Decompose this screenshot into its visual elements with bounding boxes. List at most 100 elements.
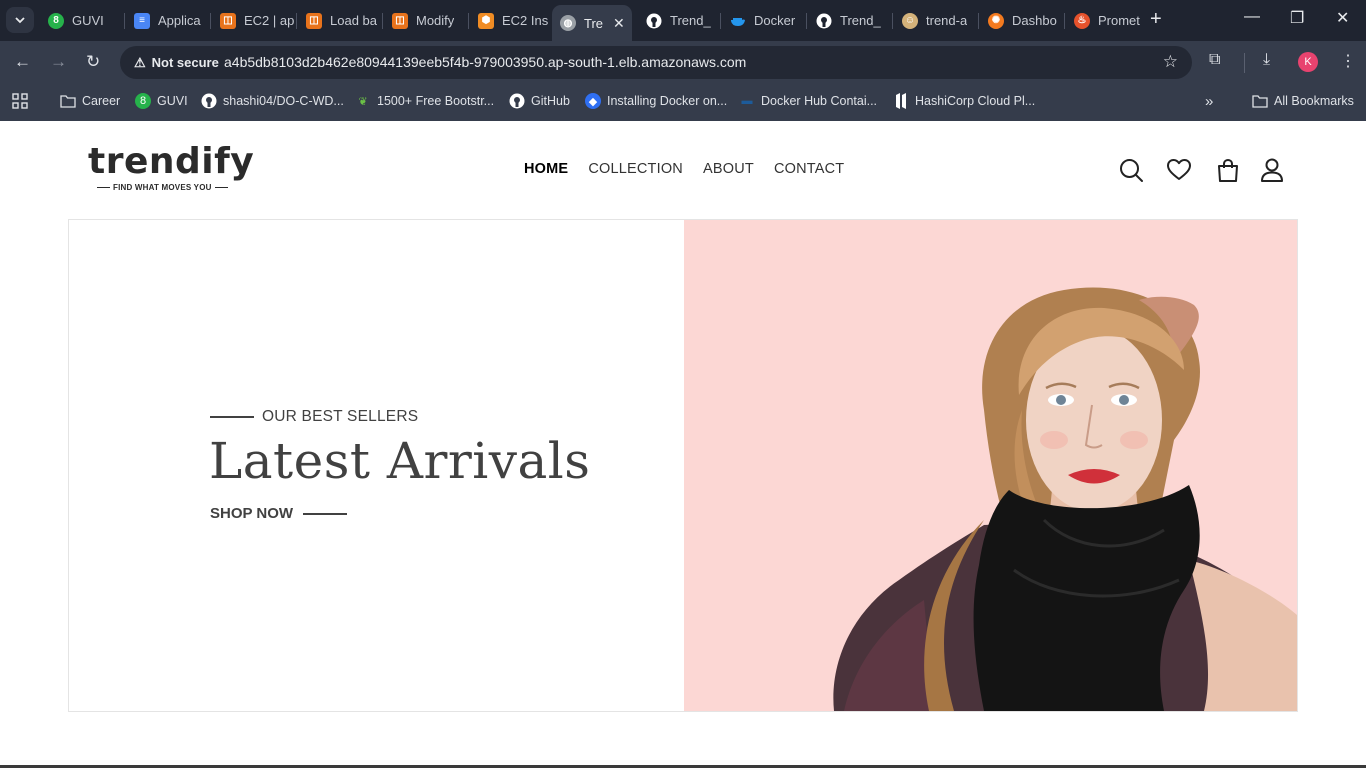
bookmark-career[interactable]: Career bbox=[60, 93, 120, 109]
more-bookmarks-chevron-icon[interactable]: » bbox=[1205, 93, 1213, 110]
tab-trendify-active[interactable]: ◍ Tre ✕ bbox=[552, 5, 632, 41]
nav-collection[interactable]: COLLECTION bbox=[588, 161, 683, 177]
hero-headline: Latest Arrivals bbox=[209, 432, 591, 490]
tab-prometheus[interactable]: ♨ Promet bbox=[1066, 4, 1142, 37]
tab-title: Docker bbox=[754, 13, 796, 28]
eyebrow-rule bbox=[210, 416, 254, 418]
minimize-button[interactable]: — bbox=[1244, 8, 1260, 26]
all-bookmarks-button[interactable]: All Bookmarks bbox=[1252, 93, 1354, 109]
forward-button[interactable]: → bbox=[50, 52, 67, 72]
tab-grafana[interactable]: ✺ Dashbo bbox=[980, 4, 1062, 37]
tab-ec2-ap[interactable]: ◫ EC2 | ap bbox=[212, 4, 294, 37]
shop-now-rule bbox=[303, 512, 348, 515]
prometheus-icon: ♨ bbox=[1074, 12, 1090, 29]
bookmark-star-icon[interactable]: ☆ bbox=[1163, 52, 1178, 72]
tab-modify[interactable]: ◫ Modify bbox=[384, 4, 466, 37]
extensions-icon[interactable]: ⧉ bbox=[1209, 51, 1220, 69]
warning-icon: ⚠ bbox=[134, 54, 146, 70]
site-logo[interactable]: trendify FIND WHAT MOVES YOU bbox=[88, 141, 254, 195]
bookmark-label: GitHub bbox=[531, 94, 570, 108]
bookmarks-bar: Career 8 GUVI shashi04/DO-C-WD... ❦ 1500… bbox=[0, 84, 1366, 121]
apps-grid-icon[interactable] bbox=[12, 93, 28, 109]
downloads-icon[interactable]: ⤓ bbox=[1263, 51, 1270, 69]
bookmark-github[interactable]: GitHub bbox=[509, 93, 570, 109]
new-tab-button[interactable]: + bbox=[1150, 9, 1162, 29]
tab-title: EC2 | ap bbox=[244, 13, 294, 28]
tab-title: Trend_ bbox=[670, 13, 711, 28]
shop-now-link[interactable]: SHOP NOW bbox=[210, 505, 348, 522]
globe-icon: ◍ bbox=[560, 15, 576, 31]
aws-ec2-icon: ◫ bbox=[306, 12, 322, 29]
aws-ec2-icon: ◫ bbox=[220, 12, 236, 29]
bookmark-bootstrap[interactable]: ❦ 1500+ Free Bootstr... bbox=[355, 93, 494, 109]
bookmark-label: 1500+ Free Bootstr... bbox=[377, 94, 495, 108]
tab-guvi[interactable]: 8 GUVI bbox=[40, 4, 122, 37]
tab-title: Dashbo bbox=[1012, 13, 1057, 28]
tab-title: Modify bbox=[416, 13, 455, 28]
tab-title: Applica bbox=[158, 13, 201, 28]
nav-about[interactable]: ABOUT bbox=[703, 161, 754, 177]
tab-title: Tre bbox=[584, 15, 604, 31]
tab-title: Load ba bbox=[330, 13, 377, 28]
close-window-button[interactable]: ✕ bbox=[1336, 8, 1349, 28]
leaf-icon: ❦ bbox=[358, 95, 368, 108]
menu-kebab-icon[interactable]: ⋮ bbox=[1340, 51, 1356, 71]
tab-load-balancer[interactable]: ◫ Load ba bbox=[298, 4, 380, 37]
guvi-icon: 8 bbox=[135, 93, 151, 109]
docker-icon bbox=[730, 13, 746, 29]
tab-jenkins[interactable]: ☺ trend-a bbox=[894, 4, 976, 37]
tab-docker[interactable]: Docker bbox=[722, 4, 804, 37]
bookmark-hashicorp[interactable]: HashiCorp Cloud Pl... bbox=[893, 93, 1035, 109]
bookmark-guvi[interactable]: 8 GUVI bbox=[135, 93, 188, 109]
guvi-icon: 8 bbox=[48, 12, 64, 29]
aws-ec2-icon: ◫ bbox=[392, 12, 408, 29]
eyebrow-text: OUR BEST SELLERS bbox=[262, 408, 419, 425]
reload-button[interactable]: ↻ bbox=[86, 52, 100, 72]
heart-icon[interactable] bbox=[1166, 157, 1192, 183]
tab-github-trend[interactable]: Trend_ bbox=[638, 4, 718, 37]
browser-toolbar: ← → ↻ ⚠ Not secure a4b5db8103d2b462e8094… bbox=[0, 41, 1366, 84]
bookmark-shashi-repo[interactable]: shashi04/DO-C-WD... bbox=[201, 93, 344, 109]
bookmark-label: shashi04/DO-C-WD... bbox=[223, 94, 344, 108]
hero-image-panel bbox=[684, 220, 1297, 711]
address-bar[interactable]: ⚠ Not secure a4b5db8103d2b462e80944139ee… bbox=[120, 46, 1192, 79]
hero-text-panel: OUR BEST SELLERS Latest Arrivals SHOP NO… bbox=[69, 220, 683, 711]
bookmark-label: GUVI bbox=[157, 94, 188, 108]
close-tab-icon[interactable]: ✕ bbox=[613, 15, 625, 32]
bookmark-label: HashiCorp Cloud Pl... bbox=[915, 94, 1036, 108]
github-icon bbox=[201, 93, 217, 109]
profile-avatar[interactable]: K bbox=[1298, 52, 1318, 72]
tab-title: EC2 Ins bbox=[502, 13, 549, 28]
shop-now-label: SHOP NOW bbox=[210, 505, 294, 522]
tab-github-trend-2[interactable]: Trend_ bbox=[808, 4, 890, 37]
nav-contact[interactable]: CONTACT bbox=[774, 161, 844, 177]
aws-cube-icon: ⬢ bbox=[478, 12, 494, 29]
url-text[interactable]: a4b5db8103d2b462e80944139eeb5f4b-9790039… bbox=[224, 54, 746, 70]
web-page: trendify FIND WHAT MOVES YOU HOME COLLEC… bbox=[0, 121, 1366, 768]
back-button[interactable]: ← bbox=[14, 52, 31, 72]
all-bookmarks-label: All Bookmarks bbox=[1274, 94, 1354, 108]
user-account-icon[interactable] bbox=[1259, 157, 1285, 183]
logo-tagline: FIND WHAT MOVES YOU bbox=[94, 183, 231, 192]
not-secure-label: Not secure bbox=[151, 55, 219, 70]
site-info-chip[interactable]: ⚠ Not secure bbox=[126, 50, 227, 75]
tab-title: GUVI bbox=[72, 13, 104, 28]
tab-title: trend-a bbox=[926, 13, 968, 28]
browser-tab-strip: 8 GUVI ≡ Applica ◫ EC2 | ap ◫ Load ba ◫ … bbox=[0, 0, 1366, 41]
tab-applica[interactable]: ≡ Applica bbox=[126, 4, 208, 37]
bookmark-label: Docker Hub Contai... bbox=[761, 94, 878, 108]
logo-wordmark: trendify bbox=[88, 141, 255, 182]
bookmark-label: Career bbox=[82, 94, 121, 108]
shopping-bag-icon[interactable] bbox=[1215, 157, 1241, 183]
tab-search-button[interactable] bbox=[6, 7, 34, 33]
search-icon[interactable] bbox=[1118, 157, 1144, 183]
tab-ec2-instances[interactable]: ⬢ EC2 Ins bbox=[470, 4, 552, 37]
hero-eyebrow: OUR BEST SELLERS bbox=[210, 408, 418, 426]
nav-home[interactable]: HOME bbox=[524, 161, 568, 177]
bookmark-docker-hub[interactable]: ▬ Docker Hub Contai... bbox=[739, 93, 878, 109]
bookmark-installing-docker[interactable]: ◆ Installing Docker on... bbox=[585, 93, 727, 109]
restore-button[interactable]: ❐ bbox=[1290, 8, 1304, 28]
main-nav: HOME COLLECTION ABOUT CONTACT bbox=[524, 161, 844, 177]
hero-banner: OUR BEST SELLERS Latest Arrivals SHOP NO… bbox=[68, 219, 1298, 712]
bookmark-label: Installing Docker on... bbox=[607, 94, 728, 108]
